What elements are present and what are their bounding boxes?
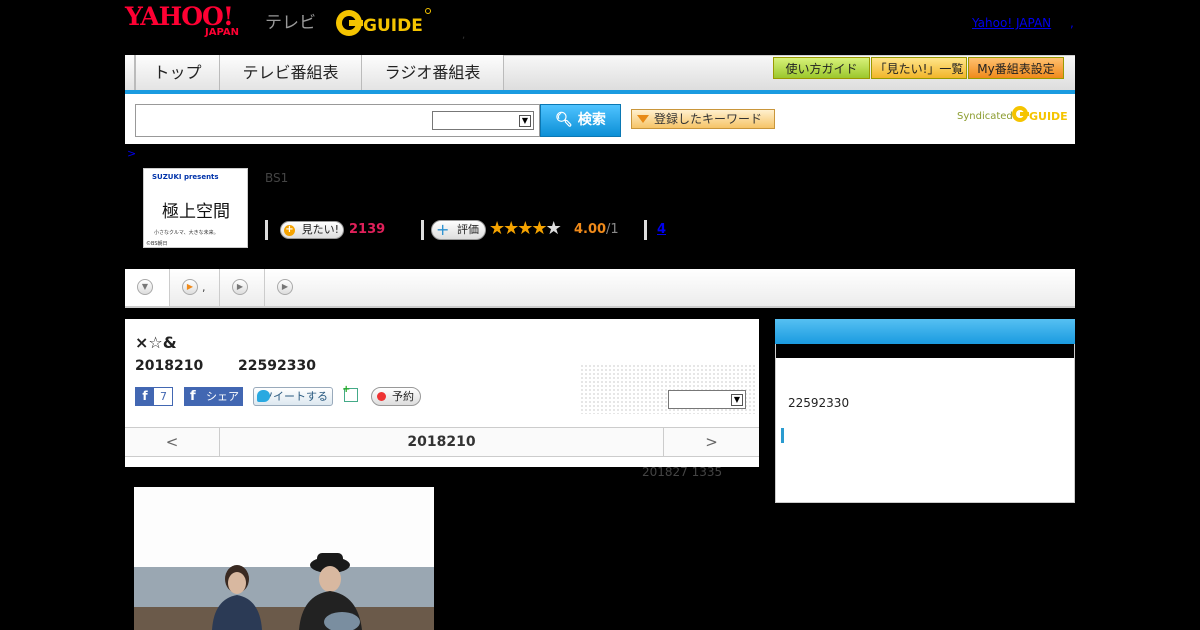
subtab-1[interactable]: ▶, bbox=[170, 269, 220, 306]
tweet-button[interactable]: ツイートする bbox=[253, 387, 333, 406]
divider bbox=[265, 220, 268, 240]
rating-value: 4.00 bbox=[574, 222, 607, 237]
star-icon: ★ bbox=[531, 218, 547, 239]
record-dot-icon bbox=[377, 392, 386, 401]
tv-label[interactable]: テレビ bbox=[265, 8, 316, 33]
facebook-share-button[interactable]: f シェア bbox=[184, 387, 243, 406]
program-thumbnail: SUZUKI presents 極上空間 小さなクルマ、大きな未来。 ©BS朝日 bbox=[143, 168, 248, 248]
twitter-bird-icon bbox=[257, 390, 270, 402]
program-time: 22592330 bbox=[238, 358, 316, 374]
syndicated-label: Syndicated bbox=[957, 111, 1013, 122]
previous-date-button[interactable]: < bbox=[125, 428, 220, 456]
nav-left-edge bbox=[125, 55, 135, 90]
usage-guide-button[interactable]: 使い方ガイド bbox=[773, 57, 870, 79]
search-icon: 🔍︎ bbox=[555, 112, 573, 128]
side-panel-header bbox=[775, 319, 1075, 344]
facebook-icon: f bbox=[190, 389, 196, 404]
reserve-label: 予約 bbox=[392, 390, 414, 403]
tweet-label: ツイートする bbox=[262, 390, 328, 403]
gguide-logo[interactable]: GUIDE bbox=[335, 6, 431, 40]
review-count-link[interactable]: 4 bbox=[657, 222, 666, 237]
yahoo-japan-link[interactable]: Yahoo! JAPAN bbox=[972, 16, 1051, 30]
want-to-watch-label: 見たい! bbox=[301, 223, 339, 236]
facebook-like-button[interactable]: f7 bbox=[135, 387, 173, 406]
rating-stars: ★★★★★ bbox=[489, 218, 562, 239]
search-button[interactable]: 🔍︎ 検索 bbox=[540, 104, 621, 137]
tab-top[interactable]: トップ bbox=[135, 55, 220, 90]
yahoo-japan-text: JAPAN bbox=[205, 27, 239, 38]
star-icon: ★ bbox=[545, 218, 562, 239]
divider bbox=[421, 220, 424, 240]
play-icon: ▶ bbox=[232, 279, 248, 295]
thumbnail-subtitle: 小さなクルマ、大きな未来。 bbox=[154, 230, 219, 236]
subtab-0[interactable]: ▼ bbox=[125, 269, 170, 306]
header-dot: , bbox=[462, 30, 466, 41]
thumbnail-title: 極上空間 bbox=[162, 202, 230, 222]
header-separator: , bbox=[1070, 16, 1074, 30]
program-photo bbox=[134, 487, 434, 630]
plus-icon: + bbox=[436, 220, 450, 239]
next-date-button[interactable]: > bbox=[663, 428, 759, 456]
syndicated-gguide-logo: GUIDE bbox=[1012, 106, 1068, 123]
tab-radio-schedule[interactable]: ラジオ番組表 bbox=[362, 55, 504, 90]
subtab-1-label: , bbox=[202, 281, 206, 294]
rate-label: 評価 bbox=[457, 223, 479, 236]
subtab-2[interactable]: ▶ bbox=[220, 269, 265, 306]
play-icon: ▶ bbox=[182, 279, 198, 295]
side-panel-time: 22592330 bbox=[788, 396, 850, 410]
facebook-icon: f bbox=[136, 388, 154, 405]
current-date: 2018210 bbox=[407, 434, 476, 450]
facebook-like-count: 7 bbox=[160, 390, 167, 403]
thumbnail-brand: SUZUKI presents bbox=[152, 173, 219, 181]
add-calendar-icon[interactable]: + bbox=[342, 384, 358, 402]
channel-name: BS1 bbox=[265, 171, 289, 185]
reserve-button[interactable]: 予約 bbox=[371, 387, 421, 406]
play-icon: ▶ bbox=[277, 279, 293, 295]
svg-text:GUIDE: GUIDE bbox=[1029, 110, 1068, 123]
yahoo-logo[interactable]: YAHOO! bbox=[125, 4, 234, 29]
divider bbox=[644, 220, 647, 240]
registered-keywords-label: 登録したキーワード bbox=[654, 112, 763, 126]
registered-keywords-button[interactable]: 登録したキーワード bbox=[631, 109, 775, 129]
side-panel-band bbox=[776, 344, 1074, 358]
search-button-label: 検索 bbox=[577, 112, 606, 128]
my-schedule-settings-button[interactable]: My番組表設定 bbox=[968, 57, 1064, 79]
updated-timestamp: 201827 1335 bbox=[642, 465, 723, 479]
search-category-select[interactable]: ▼ bbox=[432, 111, 534, 130]
chevron-down-icon: ▼ bbox=[731, 394, 743, 406]
want-to-watch-count: 2139 bbox=[349, 222, 386, 237]
want-to-watch-button[interactable]: + 見たい! bbox=[280, 221, 344, 239]
triangle-down-icon bbox=[637, 115, 649, 123]
plus-icon: + bbox=[342, 384, 351, 395]
plus-icon: + bbox=[284, 224, 295, 236]
tab-tv-schedule[interactable]: テレビ番組表 bbox=[220, 55, 362, 90]
rate-button[interactable]: + 評価 bbox=[431, 220, 486, 240]
program-title: ×☆& bbox=[135, 333, 177, 352]
side-panel-marker bbox=[781, 428, 784, 443]
breadcrumb[interactable]: > bbox=[127, 147, 136, 160]
facebook-share-label: シェア bbox=[206, 390, 239, 403]
program-option-select[interactable]: ▼ bbox=[668, 390, 746, 409]
chevron-down-icon: ▼ bbox=[519, 115, 531, 127]
star-icon: ★ bbox=[503, 218, 519, 239]
gguide-logo-text: GUIDE bbox=[363, 16, 423, 36]
star-icon: ★ bbox=[489, 218, 505, 239]
star-icon: ★ bbox=[517, 218, 533, 239]
chevron-down-icon: ▼ bbox=[137, 279, 153, 295]
subtab-3[interactable]: ▶ bbox=[265, 269, 310, 306]
thumbnail-copyright: ©BS朝日 bbox=[146, 241, 168, 247]
program-date: 2018210 bbox=[135, 358, 204, 374]
want-to-watch-list-button[interactable]: 「見たい!」一覧 bbox=[871, 57, 967, 79]
rating-count: /1 bbox=[606, 222, 619, 237]
